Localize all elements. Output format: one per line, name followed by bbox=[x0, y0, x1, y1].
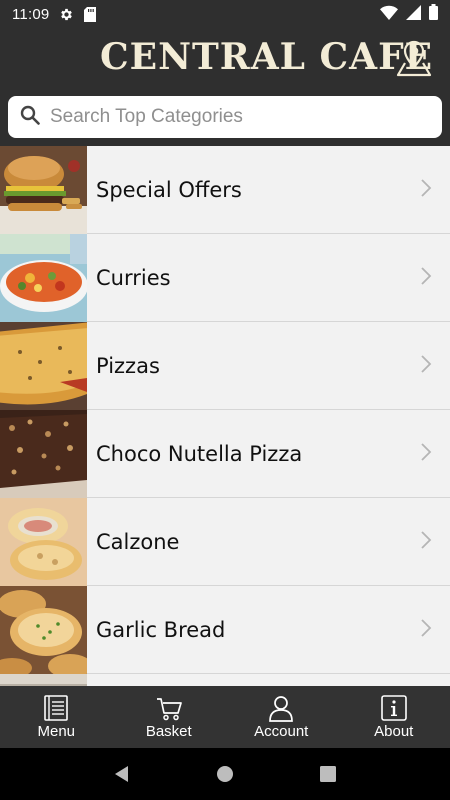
wifi-icon bbox=[380, 5, 398, 24]
search-bar[interactable] bbox=[8, 96, 442, 138]
chevron-right-icon bbox=[421, 619, 432, 637]
recents-square-icon bbox=[320, 766, 337, 782]
user-icon bbox=[269, 696, 294, 722]
gear-icon bbox=[59, 7, 74, 22]
location-button[interactable] bbox=[394, 38, 434, 78]
category-image-calzone bbox=[0, 497, 87, 586]
category-row-choco-nutella-pizza[interactable]: Choco Nutella Pizza bbox=[0, 409, 450, 498]
category-label: Calzone bbox=[96, 529, 180, 554]
nav-basket[interactable]: Basket bbox=[113, 686, 226, 748]
nav-label: About bbox=[374, 723, 414, 740]
nav-label: Account bbox=[254, 723, 309, 740]
category-row-partial[interactable] bbox=[0, 673, 450, 686]
cart-icon bbox=[156, 698, 182, 721]
chevron-right-icon bbox=[421, 531, 432, 549]
nav-label: Menu bbox=[37, 723, 76, 740]
category-label: Choco Nutella Pizza bbox=[96, 441, 303, 466]
category-row-pizzas[interactable]: Pizzas bbox=[0, 321, 450, 410]
category-image-partial bbox=[0, 673, 87, 686]
search-input[interactable] bbox=[50, 106, 442, 128]
category-label: Pizzas bbox=[96, 353, 160, 378]
signal-icon bbox=[406, 4, 421, 24]
app-header: CENTRAL CAFE bbox=[0, 28, 450, 90]
category-label: Garlic Bread bbox=[96, 617, 226, 642]
home-button[interactable] bbox=[210, 759, 240, 789]
category-row-special-offers[interactable]: Special Offers bbox=[0, 146, 450, 234]
category-row-curries[interactable]: Curries bbox=[0, 233, 450, 322]
category-row-calzone[interactable]: Calzone bbox=[0, 497, 450, 586]
back-button[interactable] bbox=[107, 759, 137, 789]
search-icon bbox=[20, 105, 40, 130]
nav-label: Basket bbox=[145, 723, 192, 740]
category-image-burger bbox=[0, 146, 87, 234]
app-screen: 11:09 CENTRAL CAFE Search Top Categories… bbox=[0, 0, 450, 800]
bottom-navigation: Menu Basket Account About bbox=[0, 686, 450, 748]
chevron-right-icon bbox=[421, 267, 432, 285]
chevron-right-icon bbox=[421, 355, 432, 373]
system-navigation-bar bbox=[0, 748, 450, 800]
sd-card-icon bbox=[84, 6, 97, 22]
category-label: Special Offers bbox=[96, 177, 242, 202]
status-bar: 11:09 bbox=[0, 0, 450, 28]
menu-book-icon bbox=[44, 695, 69, 721]
nav-account[interactable]: Account bbox=[225, 686, 338, 748]
app-title: CENTRAL CAFE bbox=[100, 36, 434, 78]
category-image-pizza bbox=[0, 321, 87, 410]
category-image-garlic-bread bbox=[0, 585, 87, 674]
info-icon bbox=[380, 695, 407, 721]
category-list: Special Offers Curries Pizzas Choco Nute… bbox=[0, 146, 450, 686]
map-pin-icon bbox=[396, 40, 432, 77]
category-row-garlic-bread[interactable]: Garlic Bread bbox=[0, 585, 450, 674]
chevron-right-icon bbox=[421, 179, 432, 197]
back-triangle-icon bbox=[114, 766, 128, 782]
category-image-curry bbox=[0, 233, 87, 322]
chevron-right-icon bbox=[421, 443, 432, 461]
category-label: Curries bbox=[96, 265, 171, 290]
home-circle-icon bbox=[216, 766, 233, 782]
nav-menu[interactable]: Menu bbox=[0, 686, 113, 748]
category-image-nutella-pizza bbox=[0, 409, 87, 498]
battery-icon bbox=[429, 4, 438, 24]
status-time: 11:09 bbox=[12, 5, 50, 23]
nav-about[interactable]: About bbox=[338, 686, 450, 748]
recents-button[interactable] bbox=[313, 759, 343, 789]
